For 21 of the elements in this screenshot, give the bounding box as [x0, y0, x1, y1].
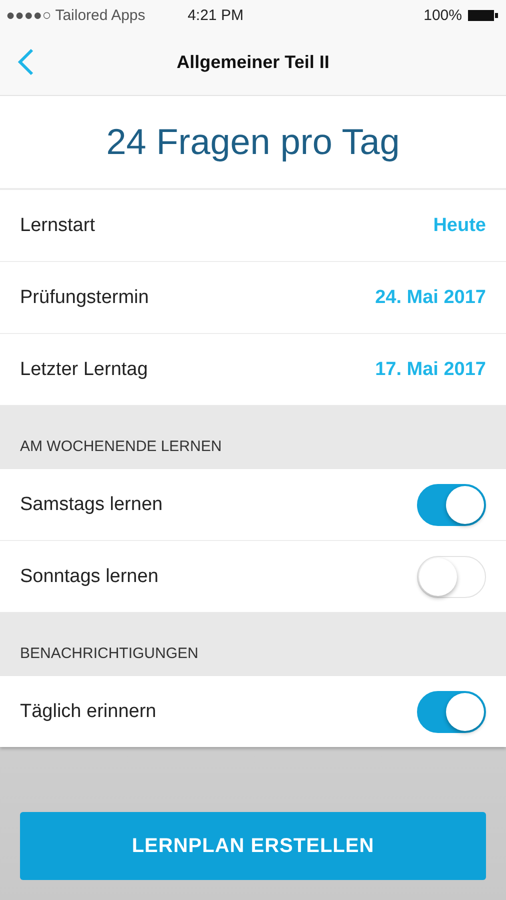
- battery-text: 100%: [424, 6, 462, 24]
- row-label: Lernstart: [20, 214, 95, 236]
- row-label: Täglich erinnern: [20, 700, 156, 722]
- row-label: Samstags lernen: [20, 494, 163, 516]
- create-plan-button[interactable]: LERNPLAN ERSTELLEN: [20, 812, 486, 880]
- row-label: Sonntags lernen: [20, 566, 158, 588]
- section-header: AM WOCHENENDE LERNEN: [0, 405, 506, 469]
- carrier-text: ●●●●○ Tailored Apps: [6, 6, 146, 24]
- date-value[interactable]: 17. Mai 2017: [375, 358, 486, 380]
- row-label: Prüfungstermin: [20, 286, 149, 308]
- screen-title: Allgemeiner Teil II: [176, 52, 330, 73]
- toggle-switch[interactable]: [417, 484, 486, 526]
- section-header: BENACHRICHTIGUNGEN: [0, 612, 506, 676]
- row-label: Letzter Lerntag: [20, 358, 148, 380]
- date-value[interactable]: 24. Mai 2017: [375, 286, 486, 308]
- battery-icon: [468, 8, 498, 22]
- date-value[interactable]: Heute: [433, 214, 486, 236]
- back-chevron-icon[interactable]: [16, 48, 36, 76]
- time-text: 4:21 PM: [188, 6, 244, 24]
- toggle-switch[interactable]: [417, 690, 486, 732]
- questions-per-day-text: 24 Fragen pro Tag: [0, 96, 506, 189]
